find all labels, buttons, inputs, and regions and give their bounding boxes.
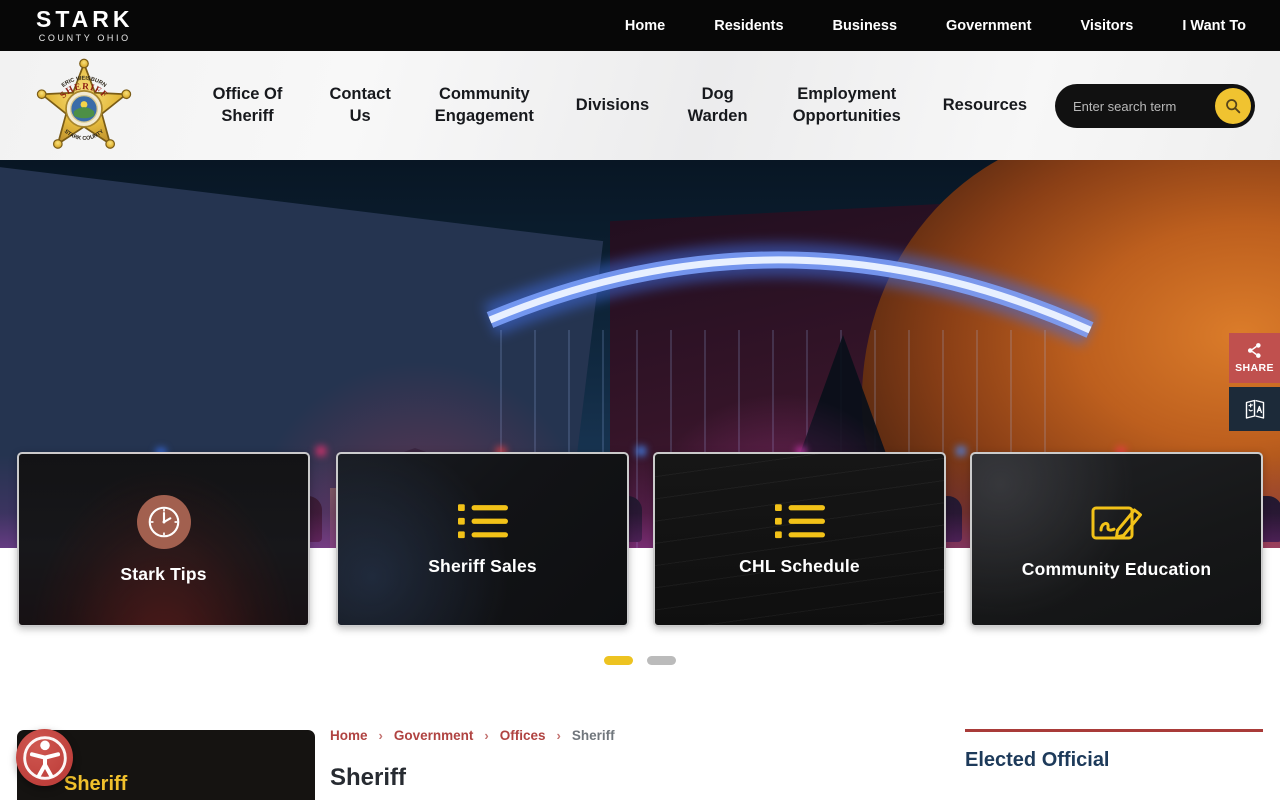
card-community-education[interactable]: Community Education xyxy=(970,452,1263,627)
search-box xyxy=(1055,84,1255,128)
card-chl-schedule[interactable]: CHL Schedule xyxy=(653,452,946,627)
site-logo-name: STARK xyxy=(36,7,134,31)
breadcrumb-separator: › xyxy=(557,728,561,743)
share-button[interactable]: SHARE xyxy=(1229,333,1280,383)
clock-icon xyxy=(137,495,191,549)
list-icon xyxy=(775,503,825,541)
utility-nav-business[interactable]: Business xyxy=(833,18,897,34)
breadcrumb-separator: › xyxy=(379,728,383,743)
breadcrumb-home[interactable]: Home xyxy=(330,728,368,743)
utility-bar: STARK COUNTY OHIO Home Residents Busines… xyxy=(0,0,1280,51)
nav-employment-opportunities[interactable]: Employment Opportunities xyxy=(783,84,911,128)
nav-office-of-sheriff[interactable]: Office Of Sheriff xyxy=(200,84,295,128)
carousel-dot-2[interactable] xyxy=(647,656,676,665)
nav-resources[interactable]: Resources xyxy=(940,95,1030,117)
breadcrumb-government[interactable]: Government xyxy=(394,728,474,743)
card-title: Stark Tips xyxy=(120,564,206,585)
sheriff-star-icon: ERIC WEISBURN SHERIFF STARK COUNTY xyxy=(22,55,146,161)
breadcrumb: Home › Government › Offices › Sheriff xyxy=(330,728,615,743)
translate-button[interactable] xyxy=(1229,387,1280,431)
utility-nav-residents[interactable]: Residents xyxy=(714,18,783,34)
site-logo-tagline: COUNTY OHIO xyxy=(36,33,134,43)
form-edit-icon xyxy=(1091,500,1143,544)
card-title: CHL Schedule xyxy=(739,556,860,577)
card-sheriff-sales[interactable]: Sheriff Sales xyxy=(336,452,629,627)
utility-nav: Home Residents Business Government Visit… xyxy=(625,0,1246,51)
translate-icon xyxy=(1243,397,1267,421)
carousel-dot-1[interactable] xyxy=(604,656,633,665)
accessibility-button[interactable] xyxy=(16,729,73,786)
sheriff-badge-logo[interactable]: ERIC WEISBURN SHERIFF STARK COUNTY xyxy=(22,55,146,161)
utility-nav-government[interactable]: Government xyxy=(946,18,1031,34)
page-title: Sheriff xyxy=(330,764,406,792)
search-input[interactable] xyxy=(1073,84,1208,128)
nav-contact-us[interactable]: Contact Us xyxy=(324,84,396,128)
breadcrumb-separator: › xyxy=(484,728,488,743)
page: STARK COUNTY OHIO Home Residents Busines… xyxy=(0,0,1280,800)
department-nav: Office Of Sheriff Contact Us Community E… xyxy=(200,51,1030,160)
search-icon xyxy=(1223,96,1243,116)
search-button[interactable] xyxy=(1215,88,1251,124)
card-stark-tips[interactable]: Stark Tips xyxy=(17,452,310,627)
nav-community-engagement[interactable]: Community Engagement xyxy=(425,84,543,128)
aside-red-rule xyxy=(965,729,1263,732)
left-menu-title: Sheriff xyxy=(64,773,127,796)
utility-nav-visitors[interactable]: Visitors xyxy=(1080,18,1133,34)
card-title: Community Education xyxy=(1022,559,1212,580)
breadcrumb-current: Sheriff xyxy=(572,728,615,743)
aside-heading: Elected Official xyxy=(965,749,1110,772)
list-icon xyxy=(458,503,508,541)
site-logo[interactable]: STARK COUNTY OHIO xyxy=(36,7,134,43)
breadcrumb-offices[interactable]: Offices xyxy=(500,728,546,743)
utility-nav-i-want-to[interactable]: I Want To xyxy=(1182,18,1246,34)
utility-nav-home[interactable]: Home xyxy=(625,18,665,34)
nav-divisions[interactable]: Divisions xyxy=(572,95,652,117)
accessibility-icon xyxy=(22,735,68,781)
share-button-label: SHARE xyxy=(1235,362,1274,374)
card-title: Sheriff Sales xyxy=(428,556,537,577)
carousel-indicators xyxy=(0,656,1280,665)
share-icon xyxy=(1246,342,1263,359)
nav-dog-warden[interactable]: Dog Warden xyxy=(682,84,754,128)
main-nav-bar: ERIC WEISBURN SHERIFF STARK COUNTY Offic… xyxy=(0,51,1280,160)
